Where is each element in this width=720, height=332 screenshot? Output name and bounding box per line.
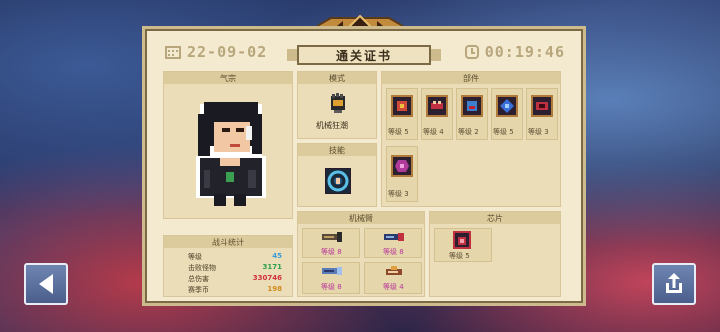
mech-arm-icon [384,233,404,241]
part-level: 等级 3 [528,128,549,136]
part-slot-5[interactable]: 等级 3 [526,88,558,140]
stat-value: 198 [267,285,282,293]
title-banner: 通关证书 [287,45,441,65]
stat-row-damage: 总伤害 330746 [188,274,282,284]
part-icon [391,95,413,117]
stat-value: 45 [272,252,282,260]
character-panel: 气宗 [163,71,293,219]
mech-fist-icon [331,93,345,113]
time-display: 00:19:46 [464,43,565,61]
chip-label: 芯片 [430,212,560,224]
part-icon [391,155,413,177]
parts-label: 部件 [382,72,560,84]
part-icon [461,95,483,117]
skill-panel: 技能 [297,143,377,207]
mech-arm-slot-1[interactable]: 等级 8 [302,228,360,258]
calendar-icon [165,46,181,59]
stat-value: 3171 [262,263,282,271]
stat-value: 330746 [252,274,282,282]
certificate-title: 通关证书 [335,48,392,63]
mech-arm-icon [386,266,402,275]
chip-icon [453,231,471,249]
stat-label: 总伤害 [188,275,209,283]
mech-arm-icon [322,267,342,275]
part-icon [531,95,553,117]
stat-row-level: 等级 45 [188,252,282,262]
mech-arm-label: 机械臂 [298,212,424,224]
part-slot-2[interactable]: 等级 4 [421,88,453,140]
chip-level: 等级 5 [449,252,470,260]
share-button[interactable] [652,263,696,305]
completion-certificate: 22-09-02 通关证书 00:19:46 气宗 战斗统计 等级 45 击败怪… [142,26,586,306]
stat-row-coins: 赛季币 198 [188,285,282,295]
part-slot-4[interactable]: 等级 5 [491,88,523,140]
part-level: 等级 2 [458,128,479,136]
stat-label: 赛季币 [188,286,209,294]
mech-arm-panel: 机械臂 等级 8 等级 8 等级 8 等级 4 [297,211,425,297]
character-sprite [196,102,266,206]
date-display: 22-09-02 [165,43,267,61]
part-level: 等级 3 [388,190,409,198]
chip-slot-1[interactable]: 等级 5 [434,228,492,262]
part-icon [426,95,448,117]
battle-stats-label: 战斗统计 [164,236,292,248]
part-icon [496,95,518,117]
vortex-skill-icon [325,168,351,194]
part-slot-6[interactable]: 等级 3 [386,146,418,202]
mode-panel: 模式 机械狂潮 [297,71,377,139]
stat-label: 等级 [188,253,202,261]
back-arrow-icon [39,274,53,294]
time-text: 00:19:46 [484,43,565,61]
stat-label: 击败怪物 [188,264,216,272]
mech-arm-icon [322,232,342,242]
mode-name: 机械狂潮 [316,121,348,130]
date-text: 22-09-02 [187,43,268,61]
part-slot-1[interactable]: 等级 5 [386,88,418,140]
skill-label: 技能 [298,144,376,156]
part-level: 等级 5 [493,128,514,136]
battle-stats-panel: 战斗统计 等级 45 击败怪物 3171 总伤害 330746 赛季币 198 [163,235,293,297]
chip-panel: 芯片 等级 5 [429,211,561,297]
part-level: 等级 4 [423,128,444,136]
clock-icon [464,45,479,59]
mech-arm-level: 等级 8 [383,248,404,256]
mech-arm-level: 等级 4 [383,283,404,291]
share-icon [666,273,682,293]
back-button[interactable] [24,263,68,305]
mode-label: 模式 [298,72,376,84]
part-slot-3[interactable]: 等级 2 [456,88,488,140]
parts-panel: 部件 等级 5 等级 4 等级 2 等级 5 等级 3 等级 3 [381,71,561,207]
mech-arm-level: 等级 8 [321,248,342,256]
mech-arm-slot-2[interactable]: 等级 8 [364,228,422,258]
part-level: 等级 5 [388,128,409,136]
mech-arm-slot-4[interactable]: 等级 4 [364,262,422,294]
stat-row-kills: 击败怪物 3171 [188,263,282,273]
mech-arm-slot-3[interactable]: 等级 8 [302,262,360,294]
character-label: 气宗 [164,72,292,84]
mech-arm-level: 等级 8 [321,283,342,291]
